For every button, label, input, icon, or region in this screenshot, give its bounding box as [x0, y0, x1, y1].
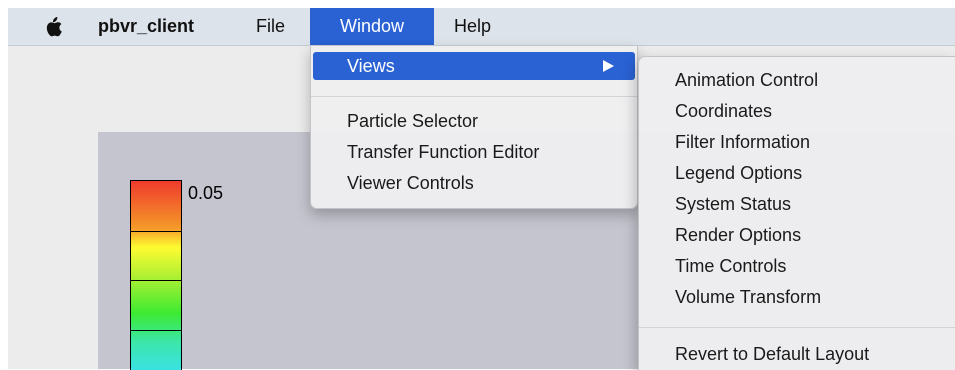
menu-item-viewer-controls[interactable]: Viewer Controls	[347, 168, 539, 199]
submenu-item-filter-information[interactable]: Filter Information	[675, 127, 821, 158]
views-submenu: Animation Control Coordinates Filter Inf…	[638, 56, 955, 370]
window-menu[interactable]: Window	[310, 8, 434, 45]
submenu-item-animation-control[interactable]: Animation Control	[675, 65, 821, 96]
legend-divider	[131, 330, 181, 331]
menu-bar: pbvr_client File Window Help	[8, 8, 955, 46]
legend-divider	[131, 231, 181, 232]
submenu-item-system-status[interactable]: System Status	[675, 189, 821, 220]
menu-separator	[311, 96, 637, 97]
window-menu-list: Particle Selector Transfer Function Edit…	[347, 106, 539, 199]
views-submenu-list: Animation Control Coordinates Filter Inf…	[675, 65, 821, 313]
file-menu[interactable]: File	[256, 8, 285, 45]
submenu-item-revert-layout[interactable]: Revert to Default Layout	[675, 339, 869, 370]
app-menu[interactable]: pbvr_client	[98, 8, 194, 45]
legend-max-label: 0.05	[188, 183, 224, 203]
submenu-item-legend-options[interactable]: Legend Options	[675, 158, 821, 189]
submenu-item-coordinates[interactable]: Coordinates	[675, 96, 821, 127]
window-dropdown-menu: Views Particle Selector Transfer Functio…	[310, 46, 638, 209]
triangle-right-icon	[603, 60, 614, 72]
submenu-item-volume-transform[interactable]: Volume Transform	[675, 282, 821, 313]
help-menu[interactable]: Help	[454, 8, 491, 45]
submenu-item-time-controls[interactable]: Time Controls	[675, 251, 821, 282]
views-menu-label: Views	[347, 56, 395, 76]
submenu-item-render-options[interactable]: Render Options	[675, 220, 821, 251]
submenu-separator	[639, 327, 955, 328]
menu-item-particle-selector[interactable]: Particle Selector	[347, 106, 539, 137]
apple-icon[interactable]	[44, 17, 62, 37]
menu-item-transfer-function-editor[interactable]: Transfer Function Editor	[347, 137, 539, 168]
color-legend-bar	[130, 180, 182, 370]
legend-divider	[131, 280, 181, 281]
